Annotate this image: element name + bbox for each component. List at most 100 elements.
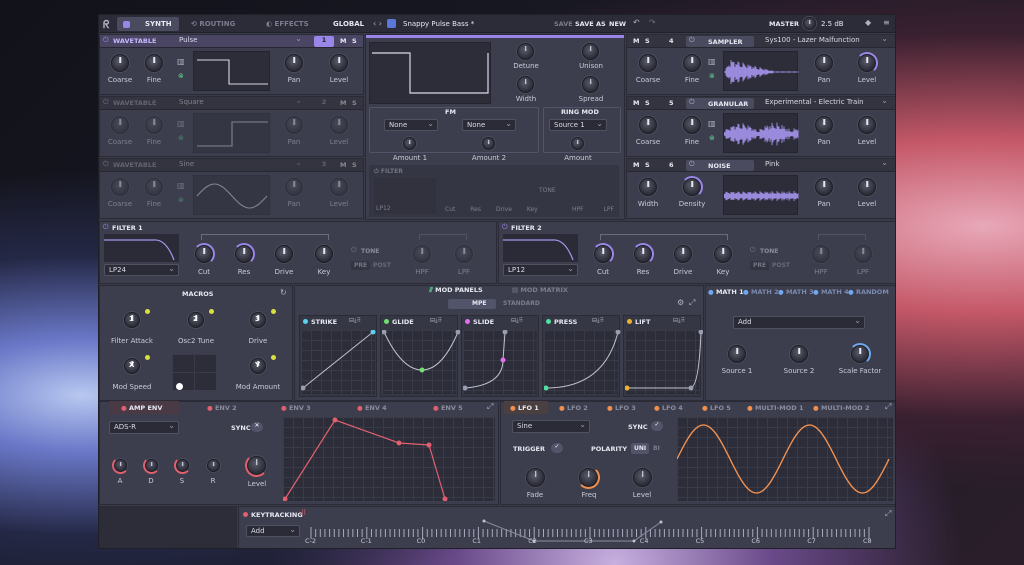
math-source1-knob[interactable] (728, 345, 746, 363)
filter-2-cut-knob[interactable] (592, 243, 614, 265)
source-6-pan-knob[interactable] (815, 178, 833, 196)
osc-3-coarse-knob[interactable] (111, 178, 129, 196)
filter-2-power-icon[interactable]: ⏻ (502, 224, 508, 231)
filter-1-cut-knob[interactable] (193, 243, 215, 265)
filter-1-tone-power-icon[interactable]: ⏻ (351, 247, 357, 254)
source-4-power-icon[interactable]: ⏻ (689, 37, 695, 44)
tab-env-2[interactable]: ● ENV 2 (207, 404, 237, 412)
filter-2-drive-knob[interactable] (674, 245, 692, 263)
env-attack-knob[interactable] (112, 457, 129, 474)
osc-3-power-icon[interactable]: ⏻ (103, 161, 109, 168)
osc-1-pan-knob[interactable] (285, 54, 303, 72)
tab-lfo-1[interactable]: ● LFO 1 (510, 404, 539, 412)
tab-amp-env[interactable]: ● AMP ENV (121, 404, 162, 412)
osc-2-wave-select[interactable]: Square (175, 97, 305, 109)
lfo-shape-select[interactable]: Sine (512, 420, 590, 433)
env-sustain-knob[interactable] (174, 457, 191, 474)
filter-2-type-select[interactable]: LP12 (503, 264, 578, 276)
source-6-mute-button[interactable]: M (633, 161, 639, 169)
source-6-power-icon[interactable]: ⏻ (689, 161, 695, 168)
macro-1-label[interactable]: Filter Attack (104, 337, 160, 345)
lfo-bi-button[interactable]: BI (653, 445, 660, 452)
osc-2-coarse-knob[interactable] (111, 116, 129, 134)
expand-icon[interactable]: ⤢ (689, 299, 695, 307)
mod-panel-slide-graph[interactable] (462, 329, 537, 394)
ringmod-source-select[interactable]: Source 1 (549, 119, 607, 131)
math-source2-knob[interactable] (790, 345, 808, 363)
mod-panel-lift-tools-icon[interactable]: ⊟⤓⠿ (673, 318, 685, 324)
source-4-link-icon[interactable]: ⊗ (709, 73, 715, 80)
env-mode-select[interactable]: ADS-R (109, 421, 179, 434)
osc-1-power-icon[interactable]: ⏻ (103, 37, 109, 44)
tab-mod-matrix[interactable]: ▤ MOD MATRIX (512, 286, 568, 294)
lfo-freq-knob[interactable] (577, 466, 600, 489)
osc-2-mute-button[interactable]: M (340, 99, 346, 107)
tab-math-2[interactable]: ● MATH 2 (743, 288, 779, 296)
source-4-name-select[interactable]: Sys100 - Lazer Malfunction (761, 35, 891, 47)
env-expand-icon[interactable]: ⤢ (487, 403, 493, 411)
filter-1-lpf-knob[interactable] (455, 245, 473, 263)
tab-lfo-2[interactable]: ● LFO 2 (559, 404, 588, 412)
prev-preset-icon[interactable]: ‹ › (373, 20, 382, 28)
tab-global[interactable]: GLOBAL (333, 20, 364, 28)
tab-multi-mod-2[interactable]: ● MULTI-MOD 2 (813, 404, 869, 412)
mod-panel-glide-tools-icon[interactable]: ⊟⤓⠿ (430, 318, 442, 324)
osc-3-fine-knob[interactable] (145, 178, 163, 196)
mpe-toggle[interactable]: MPE (448, 299, 496, 309)
osc-3-mute-button[interactable]: M (340, 161, 346, 169)
source-5-level-knob[interactable] (858, 116, 876, 134)
source-6-knob1[interactable] (639, 178, 657, 196)
tab-env-3[interactable]: ● ENV 3 (281, 404, 311, 412)
source-4-knob1[interactable] (639, 54, 657, 72)
tab-routing[interactable]: ⟲ ROUTING (191, 20, 235, 28)
unison-knob[interactable] (582, 43, 599, 60)
lfo-fade-knob[interactable] (526, 468, 545, 487)
filter-1-key-knob[interactable] (315, 245, 333, 263)
osc-2-type[interactable]: WAVETABLE (113, 99, 156, 107)
tab-synth[interactable]: SYNTH (117, 17, 179, 31)
new-button[interactable]: NEW (609, 20, 626, 28)
fm-amount2-knob[interactable] (482, 137, 495, 150)
tab-env-5[interactable]: ● ENV 5 (433, 404, 463, 412)
filter-1-drive-knob[interactable] (275, 245, 293, 263)
filter-2-curve-display[interactable] (503, 234, 578, 262)
lfo-expand-icon[interactable]: ⤢ (885, 403, 891, 411)
osc-3-level-knob[interactable] (330, 178, 348, 196)
redo-icon[interactable]: ↷ (649, 19, 656, 27)
source-4-type-button[interactable]: ⏻ SAMPLER (686, 36, 754, 47)
source-5-mute-button[interactable]: M (633, 99, 639, 107)
tab-env-4[interactable]: ● ENV 4 (357, 404, 387, 412)
width-knob[interactable] (517, 76, 534, 93)
mod-panel-strike-graph[interactable] (300, 329, 376, 394)
osc-3-link-icon[interactable]: ⊗ (178, 197, 184, 204)
env-graph[interactable] (282, 417, 495, 502)
tab-random[interactable]: ● RANDOM (848, 288, 889, 296)
mod-panel-strike-tools-icon[interactable]: ⊟⤓⠿ (349, 318, 361, 324)
tab-mod-panels[interactable]: ⫻ MOD PANELS (429, 286, 483, 295)
mod-panel-glide-graph[interactable] (381, 329, 461, 394)
keytracking-mode-select[interactable]: Add (246, 525, 300, 537)
env-level-knob[interactable] (245, 454, 268, 477)
macro-y-label[interactable]: Mod Amount (230, 383, 286, 391)
lfo-level-knob[interactable] (633, 468, 652, 487)
source-4-knob2[interactable] (683, 54, 701, 72)
source-5-knob2[interactable] (683, 116, 701, 134)
save-as-button[interactable]: SAVE AS (575, 20, 606, 28)
osc-2-link-icon[interactable]: ⊗ (178, 135, 184, 142)
source-6-name-select[interactable]: Pink (761, 159, 891, 171)
preset-name[interactable]: Snappy Pulse Bass * (403, 20, 474, 28)
source-5-power-icon[interactable]: ⏻ (689, 99, 695, 106)
osc-2-level-knob[interactable] (330, 116, 348, 134)
osc-1-link-icon[interactable]: ⊗ (178, 73, 184, 80)
filter-1-res-knob[interactable] (233, 243, 255, 265)
osc-2-power-icon[interactable]: ⏻ (103, 99, 109, 106)
osc-3-wave-select[interactable]: Sine (175, 159, 305, 171)
source-4-keyboard-icon[interactable]: ▥ (708, 58, 716, 66)
env-release-knob[interactable] (207, 459, 220, 472)
mod-panel-lift-graph[interactable] (624, 329, 704, 394)
standard-toggle[interactable]: STANDARD (503, 300, 540, 307)
tab-math-4[interactable]: ● MATH 4 (813, 288, 849, 296)
tab-lfo-3[interactable]: ● LFO 3 (607, 404, 636, 412)
filter-1-post-button[interactable]: POST (373, 262, 391, 269)
macro-3-label[interactable]: Drive (230, 337, 286, 345)
